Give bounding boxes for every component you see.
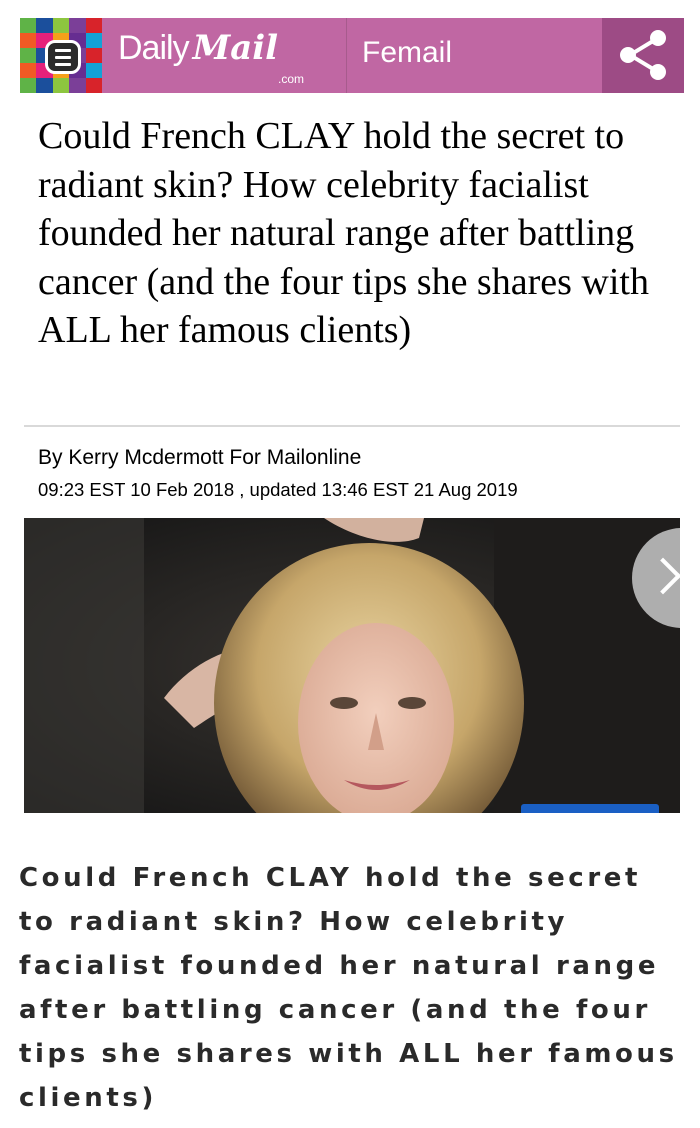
logo-mail: Mail — [192, 28, 279, 68]
site-header: Daily Mail .com Femail — [20, 18, 684, 93]
article-dateline: 09:23 EST 10 Feb 2018 , updated 13:46 ES… — [38, 479, 518, 500]
mosaic-tile — [20, 63, 37, 78]
mosaic-tile — [85, 18, 102, 33]
logo-daily: Daily — [118, 29, 190, 67]
mosaic-tile — [20, 18, 37, 33]
mosaic-tile — [36, 78, 53, 93]
photo-tag — [521, 804, 659, 813]
article-photo[interactable] — [24, 518, 680, 813]
header-divider — [346, 18, 347, 93]
section-link-femail[interactable]: Femail — [362, 36, 452, 70]
mosaic-tile — [69, 18, 86, 33]
headline-divider — [24, 425, 680, 427]
mosaic-tile — [85, 48, 102, 63]
article-headline: Could French CLAY hold the secret to rad… — [38, 115, 649, 351]
photo-caption: Could French CLAY hold the secret to rad… — [19, 863, 678, 1113]
photo-illustration — [24, 518, 680, 813]
mosaic-tile — [85, 63, 102, 78]
mosaic-tile — [85, 33, 102, 48]
mosaic-tile — [52, 78, 70, 93]
mosaic-tile — [20, 33, 37, 48]
article-byline[interactable]: By Kerry Mcdermott For Mailonline — [38, 446, 361, 470]
share-button[interactable] — [602, 18, 684, 93]
logo-com: .com — [278, 72, 305, 86]
mosaic-tile — [36, 18, 53, 33]
mosaic-tile — [69, 78, 86, 93]
mosaic-tile — [85, 78, 102, 93]
hamburger-menu-icon[interactable] — [45, 40, 81, 74]
mosaic-tile — [20, 78, 37, 93]
mosaic-tile — [20, 48, 37, 63]
menu-button[interactable] — [20, 18, 102, 93]
chevron-right-icon — [644, 557, 680, 595]
mosaic-tile — [52, 18, 70, 33]
site-logo[interactable]: Daily Mail .com — [118, 28, 304, 88]
share-icon — [620, 30, 666, 80]
